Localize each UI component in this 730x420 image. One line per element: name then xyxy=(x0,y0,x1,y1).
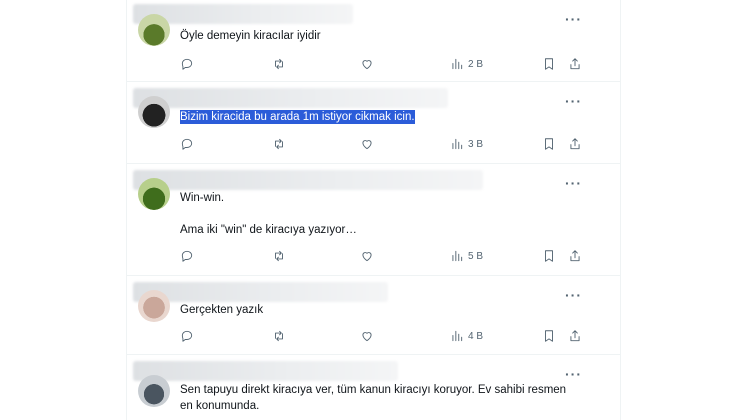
avatar[interactable] xyxy=(138,14,170,46)
like-button[interactable] xyxy=(360,135,374,153)
reply-icon xyxy=(181,330,193,342)
retweet-button[interactable] xyxy=(272,247,286,265)
bookmark-icon xyxy=(545,330,553,342)
heart-icon xyxy=(362,252,372,262)
tweet-text: Öyle demeyin kiracılar iyidir xyxy=(180,30,321,42)
bookmark-button[interactable] xyxy=(542,55,556,73)
reply-icon xyxy=(181,138,193,150)
share-icon xyxy=(570,330,580,342)
avatar[interactable] xyxy=(138,96,170,128)
share-button[interactable] xyxy=(568,55,582,73)
bookmark-icon xyxy=(545,250,553,262)
reply-button[interactable] xyxy=(180,135,194,153)
views-button[interactable]: 4 B xyxy=(450,327,483,345)
retweet-button[interactable] xyxy=(272,327,286,345)
views-count: 2 B xyxy=(468,58,484,70)
heart-icon xyxy=(362,140,372,150)
heart-icon xyxy=(362,332,372,342)
tweet-4[interactable]: ··· Gerçekten yazık 4 B xyxy=(127,276,620,355)
views-button[interactable]: 2 B xyxy=(450,55,483,73)
like-button[interactable] xyxy=(360,327,374,345)
views-icon xyxy=(452,250,463,262)
reply-icon xyxy=(181,250,193,262)
tweet-text: Bizim kiracida bu arada 1m istiyor cikma… xyxy=(180,109,600,125)
views-button[interactable]: 5 B xyxy=(450,247,483,265)
retweet-button[interactable] xyxy=(272,55,286,73)
more-icon[interactable]: ··· xyxy=(565,176,582,190)
retweet-icon xyxy=(275,250,283,262)
share-button[interactable] xyxy=(568,247,582,265)
timeline-right-border xyxy=(620,0,621,420)
more-icon[interactable]: ··· xyxy=(565,288,582,302)
avatar[interactable] xyxy=(138,375,170,407)
avatar[interactable] xyxy=(138,290,170,322)
views-count: 4 B xyxy=(468,330,484,342)
tweet-3[interactable]: ··· Win-win. Ama iki "win" de kiracıya y… xyxy=(127,164,620,276)
blurred-author-name xyxy=(133,88,448,108)
tweet-2[interactable]: ··· Bizim kiracida bu arada 1m istiyor c… xyxy=(127,82,620,164)
retweet-button[interactable] xyxy=(272,135,286,153)
reply-icon xyxy=(181,58,193,70)
tweet-text: Gerçekten yazık xyxy=(180,304,264,316)
tweet-actions: 3 B xyxy=(180,135,590,153)
share-icon xyxy=(570,138,580,150)
tweet-actions: 5 B xyxy=(180,247,590,265)
more-icon[interactable]: ··· xyxy=(565,367,582,381)
views-count: 3 B xyxy=(468,138,484,150)
tweet-text: Sen tapuyu direkt kiracıya ver, tüm kanu… xyxy=(180,384,567,412)
tweet-text: Win-win. Ama iki "win" de kiracıya yazıy… xyxy=(180,192,357,236)
avatar[interactable] xyxy=(138,178,170,210)
views-button[interactable]: 3 B xyxy=(450,135,483,153)
share-icon xyxy=(570,250,580,262)
blurred-author-name xyxy=(133,282,388,302)
reply-button[interactable] xyxy=(180,247,194,265)
selected-text: Bizim kiracida bu arada 1m istiyor cikma… xyxy=(180,110,415,124)
retweet-icon xyxy=(275,138,283,150)
views-icon xyxy=(452,58,463,70)
like-button[interactable] xyxy=(360,247,374,265)
bookmark-button[interactable] xyxy=(542,327,556,345)
retweet-icon xyxy=(275,58,283,70)
bookmark-button[interactable] xyxy=(542,135,556,153)
share-icon xyxy=(570,58,580,70)
heart-icon xyxy=(362,60,372,70)
blurred-author-name xyxy=(133,361,398,381)
share-button[interactable] xyxy=(568,135,582,153)
tweet-actions: 4 B xyxy=(180,327,590,345)
tweet-1[interactable]: ··· Öyle demeyin kiracılar iyidir 2 B xyxy=(127,0,620,82)
like-button[interactable] xyxy=(360,55,374,73)
tweet-5[interactable]: ··· Sen tapuyu direkt kiracıya ver, tüm … xyxy=(127,355,620,420)
tweet-actions: 2 B xyxy=(180,55,590,73)
views-icon xyxy=(452,330,463,342)
bookmark-icon xyxy=(545,58,553,70)
bookmark-icon xyxy=(545,138,553,150)
reply-button[interactable] xyxy=(180,55,194,73)
bookmark-button[interactable] xyxy=(542,247,556,265)
reply-button[interactable] xyxy=(180,327,194,345)
blurred-author-name xyxy=(133,170,483,190)
share-button[interactable] xyxy=(568,327,582,345)
views-icon xyxy=(452,138,463,150)
more-icon[interactable]: ··· xyxy=(565,12,582,26)
more-icon[interactable]: ··· xyxy=(565,94,582,108)
views-count: 5 B xyxy=(468,250,484,262)
retweet-icon xyxy=(275,330,283,342)
